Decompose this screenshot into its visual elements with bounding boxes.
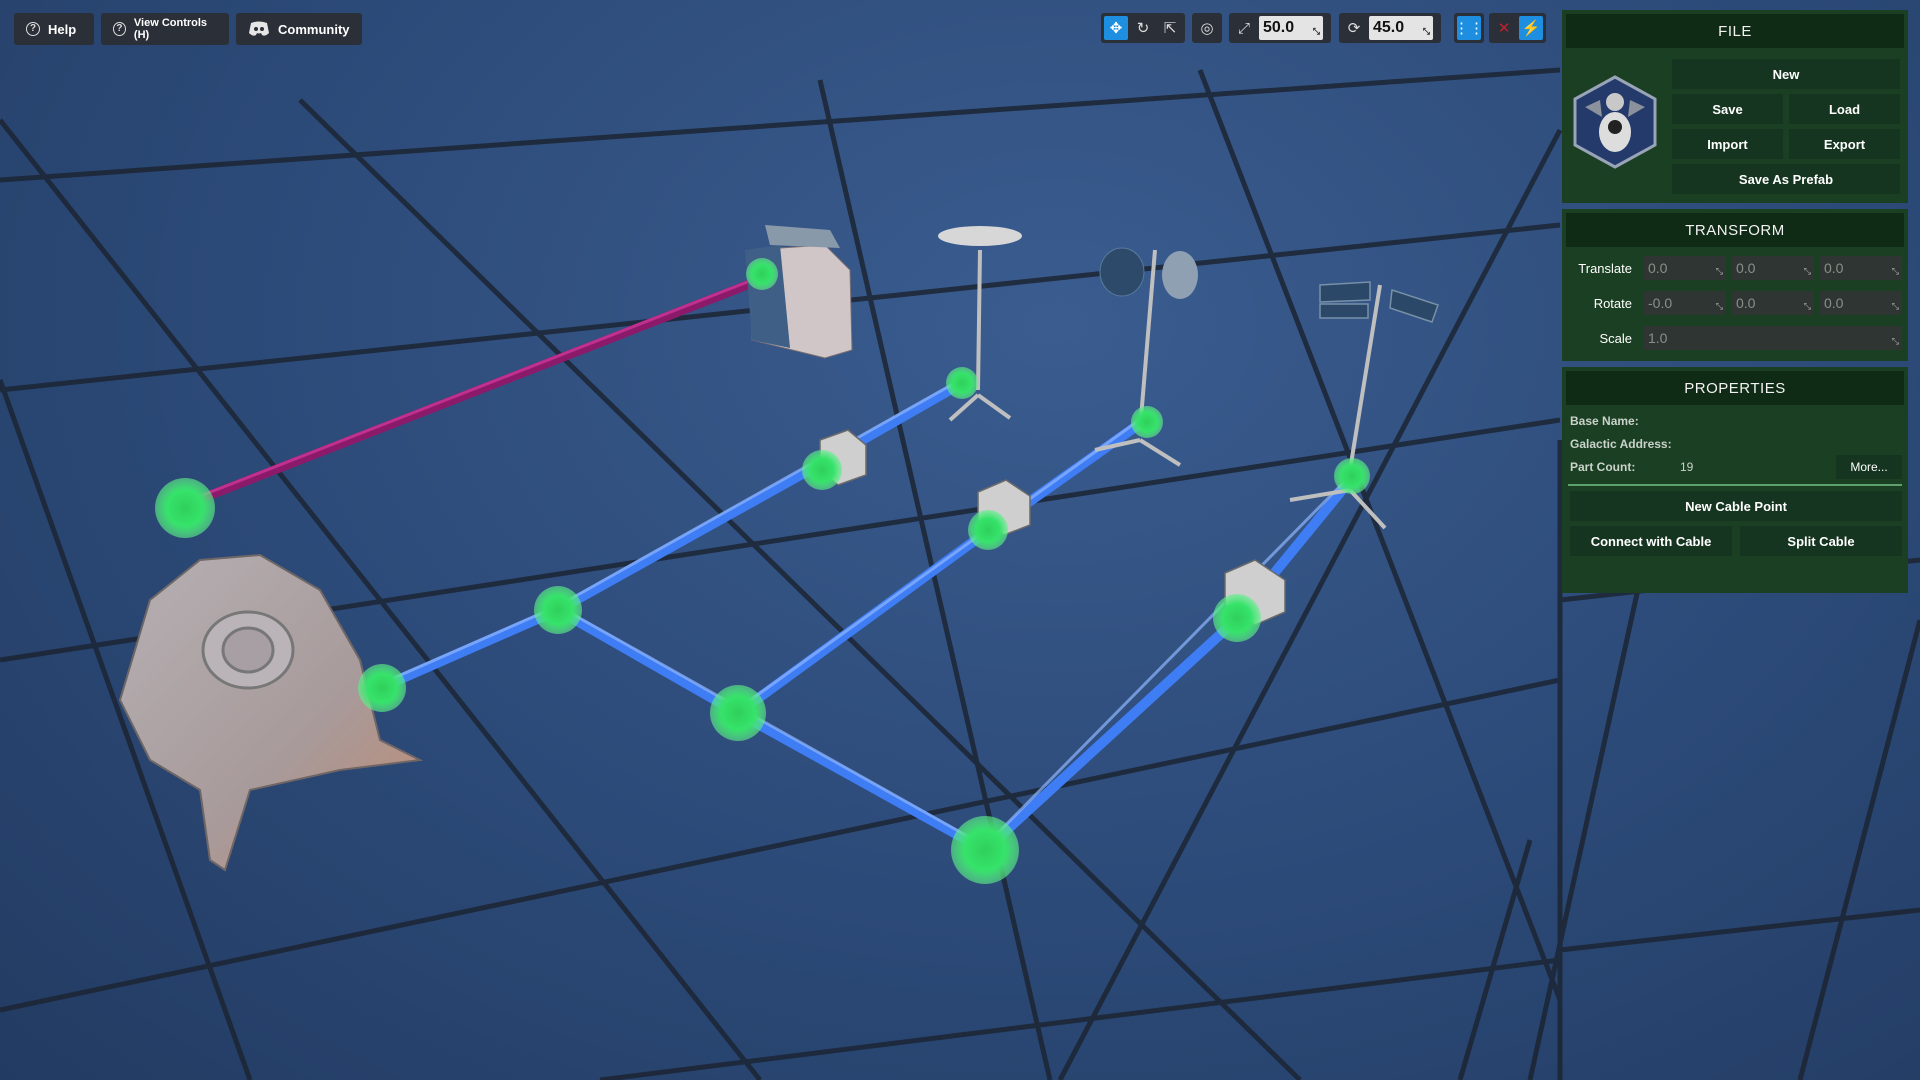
scale-label: Scale [1599, 331, 1632, 346]
junction-boxes [819, 429, 1286, 626]
help-icon: ? [26, 22, 40, 36]
rotate-z-field[interactable]: 0.0 ⤡ [1820, 291, 1902, 315]
translate-z-field[interactable]: 0.0 ⤡ [1820, 256, 1902, 280]
world-space-toggle: ◎ [1192, 13, 1222, 43]
external-icon[interactable]: ⇱ [1158, 16, 1182, 40]
globe-icon[interactable]: ◎ [1195, 16, 1219, 40]
save-button[interactable]: Save [1672, 94, 1783, 124]
grid-toggle: ⋮⋮ [1454, 13, 1484, 43]
help-icon: ? [113, 22, 126, 36]
import-button[interactable]: Import [1672, 129, 1783, 159]
part-count-value: 19 [1680, 460, 1694, 474]
rotate-snap-input[interactable]: 45.0 ⤡ [1369, 16, 1433, 40]
export-button[interactable]: Export [1789, 129, 1900, 159]
rotate-y-field[interactable]: 0.0 ⤡ [1732, 291, 1814, 315]
load-button[interactable]: Load [1789, 94, 1900, 124]
rotate-snap-group: ⟳ 45.0 ⤡ [1339, 13, 1441, 43]
scale-field[interactable]: 1.0 ⤡ [1644, 326, 1902, 350]
view-controls-button[interactable]: ? View Controls (H) [101, 13, 229, 45]
properties-panel-title: PROPERTIES [1566, 371, 1904, 405]
part-count-label: Part Count: [1570, 460, 1636, 474]
save-as-prefab-button[interactable]: Save As Prefab [1672, 164, 1900, 194]
translate-x-field[interactable]: 0.0 ⤡ [1644, 256, 1726, 280]
rotate-label: Rotate [1593, 296, 1632, 311]
move-snap-group: ⤢ 50.0 ⤡ [1229, 13, 1331, 43]
divider [1568, 484, 1902, 486]
rotate-x-field[interactable]: -0.0 ⤡ [1644, 291, 1726, 315]
properties-panel: PROPERTIES Base Name: Galactic Address: … [1562, 367, 1908, 593]
split-cable-button[interactable]: Split Cable [1740, 526, 1902, 556]
new-button[interactable]: New [1672, 59, 1900, 89]
discord-icon [249, 21, 269, 36]
power-toggles: ✕ ⚡ [1489, 13, 1546, 43]
more-button[interactable]: More... [1836, 455, 1902, 479]
scale-icon[interactable]: ⤢ [1232, 16, 1256, 40]
transform-panel-title: TRANSFORM [1566, 213, 1904, 247]
help-label: Help [48, 21, 77, 37]
rotate-icon[interactable]: ↻ [1131, 16, 1155, 40]
translate-y-field[interactable]: 0.0 ⤡ [1732, 256, 1814, 280]
move-icon[interactable]: ✥ [1104, 16, 1128, 40]
move-snap-input[interactable]: 50.0 ⤡ [1259, 16, 1323, 40]
magenta-cable [183, 275, 762, 510]
transform-panel: TRANSFORM Translate 0.0 ⤡ 0.0 ⤡ 0.0 ⤡ Rotat… [1562, 209, 1908, 361]
view-controls-label: View Controls (H) [133, 17, 208, 41]
base-logo-icon [1573, 75, 1657, 169]
file-panel: FILE New Save Load Import Export Save As… [1562, 10, 1908, 203]
new-cable-point-button[interactable]: New Cable Point [1570, 491, 1902, 521]
help-button[interactable]: ? Help [14, 13, 94, 45]
community-label: Community [278, 21, 350, 37]
file-panel-title: FILE [1566, 14, 1904, 48]
grid-icon[interactable]: ⋮⋮ [1454, 16, 1484, 40]
transform-mode-toolbar: ✥ ↻ ⇱ [1101, 13, 1185, 43]
connect-with-cable-button[interactable]: Connect with Cable [1570, 526, 1732, 556]
base-name-label: Base Name: [1570, 414, 1639, 428]
rotate-snap-icon[interactable]: ⟳ [1342, 16, 1366, 40]
translate-label: Translate [1578, 261, 1632, 276]
power-icon[interactable]: ⚡ [1519, 16, 1543, 40]
generator-module [745, 225, 853, 359]
community-button[interactable]: Community [236, 13, 362, 45]
debug-icon[interactable]: ✕ [1492, 16, 1516, 40]
galactic-address-label: Galactic Address: [1570, 437, 1672, 451]
